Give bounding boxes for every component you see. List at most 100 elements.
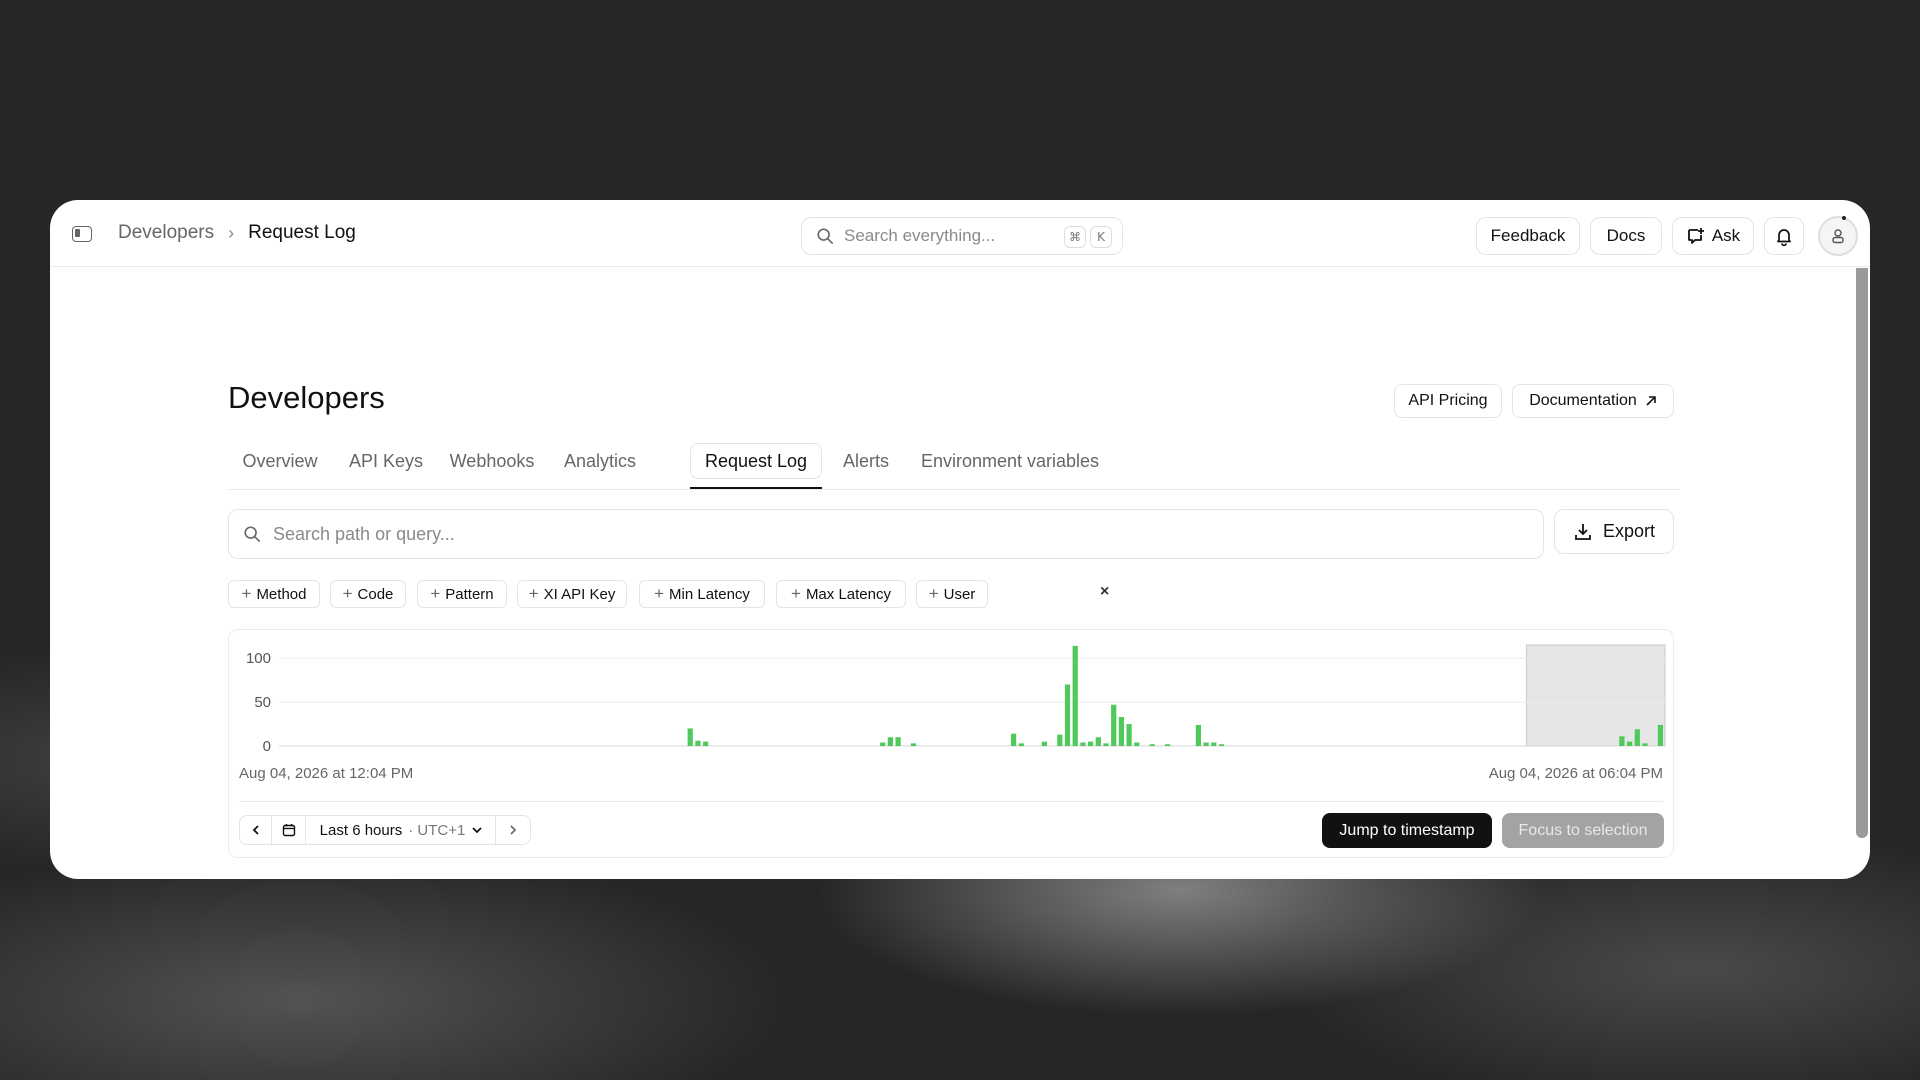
tab-environment-variables[interactable]: Environment variables bbox=[910, 443, 1110, 479]
notifications-button[interactable] bbox=[1764, 217, 1804, 255]
histogram-bar[interactable] bbox=[1072, 645, 1078, 746]
histogram-bar[interactable] bbox=[1080, 742, 1086, 746]
histogram-bar[interactable] bbox=[1211, 742, 1217, 746]
filter-max-latency[interactable]: + Max Latency bbox=[776, 580, 906, 608]
tab-alerts[interactable]: Alerts bbox=[834, 443, 898, 479]
histogram-bar[interactable] bbox=[1095, 737, 1101, 746]
filter-min-latency[interactable]: + Min Latency bbox=[639, 580, 765, 608]
export-label: Export bbox=[1602, 521, 1656, 541]
calendar-button[interactable] bbox=[272, 816, 306, 844]
shortcut-hint: ⌘ K bbox=[1064, 226, 1112, 248]
export-button[interactable]: Export bbox=[1554, 509, 1674, 554]
histogram-bar[interactable] bbox=[1111, 704, 1117, 746]
histogram-bar[interactable] bbox=[1203, 742, 1209, 746]
x-start-label: Aug 04, 2026 at 12:04 PM bbox=[239, 765, 414, 782]
divider bbox=[239, 801, 1663, 802]
plus-icon: + bbox=[241, 584, 252, 603]
histogram-bar[interactable] bbox=[910, 743, 917, 746]
global-search-placeholder: Search everything... bbox=[844, 226, 996, 245]
filter-label: Pattern bbox=[445, 585, 494, 603]
histogram-bar[interactable] bbox=[880, 742, 886, 746]
chevron-down-icon bbox=[472, 827, 482, 834]
plus-icon: + bbox=[791, 584, 801, 603]
tab-webhooks[interactable]: Webhooks bbox=[442, 443, 542, 479]
range-select[interactable]: Last 6 hours · UTC+1 bbox=[306, 816, 496, 844]
download-icon bbox=[1575, 523, 1591, 540]
breadcrumb: Developers › Request Log bbox=[118, 222, 356, 244]
filter-label: User bbox=[943, 585, 976, 603]
k-key: K bbox=[1090, 226, 1112, 248]
breadcrumb-current: Request Log bbox=[248, 222, 356, 243]
jump-to-timestamp-button[interactable]: Jump to timestamp bbox=[1322, 813, 1492, 848]
documentation-label: Documentation bbox=[1529, 392, 1637, 409]
histogram-bar[interactable] bbox=[1657, 724, 1663, 746]
ask-button[interactable]: Ask bbox=[1672, 217, 1754, 255]
scrollbar[interactable] bbox=[1856, 268, 1868, 838]
tab-api-keys[interactable]: API Keys bbox=[341, 443, 431, 479]
histogram-bar[interactable] bbox=[895, 737, 901, 746]
histogram-bar[interactable] bbox=[1088, 741, 1094, 746]
histogram-bar[interactable] bbox=[1041, 741, 1047, 746]
histogram-bar[interactable] bbox=[1165, 744, 1171, 746]
y-tick-label: 100 bbox=[246, 650, 271, 667]
plus-icon: + bbox=[430, 584, 441, 603]
api-pricing-button[interactable]: API Pricing bbox=[1394, 384, 1502, 418]
filter-label: Code bbox=[357, 585, 394, 603]
filter-user[interactable]: + User bbox=[916, 580, 988, 608]
active-tab-indicator bbox=[690, 487, 822, 489]
filter-code[interactable]: + Code bbox=[330, 580, 406, 608]
plus-icon: + bbox=[342, 584, 353, 603]
path-search-input[interactable]: Search path or query... bbox=[228, 509, 1544, 559]
time-range-control: Last 6 hours · UTC+1 bbox=[239, 815, 531, 845]
filter-method[interactable]: + Method bbox=[228, 580, 320, 608]
docs-button[interactable]: Docs bbox=[1590, 217, 1662, 255]
histogram-bar[interactable] bbox=[1619, 736, 1625, 746]
tab-request-log[interactable]: Request Log bbox=[690, 443, 822, 479]
y-tick-label: 0 bbox=[263, 738, 271, 755]
filter-label: Max Latency bbox=[805, 585, 891, 603]
histogram-bar[interactable] bbox=[1149, 744, 1155, 746]
histogram-bar[interactable] bbox=[1064, 684, 1071, 746]
sidebar-toggle-icon[interactable] bbox=[72, 226, 92, 242]
next-range-button[interactable] bbox=[496, 816, 530, 844]
filter-label: Min Latency bbox=[669, 585, 750, 603]
command-key: ⌘ bbox=[1064, 226, 1086, 248]
clear-filters-icon[interactable]: × bbox=[1100, 583, 1109, 601]
histogram-bar[interactable] bbox=[1627, 741, 1633, 746]
histogram-bar[interactable] bbox=[1195, 724, 1201, 746]
histogram-bar[interactable] bbox=[687, 728, 693, 746]
focus-to-selection-button[interactable]: Focus to selection bbox=[1502, 813, 1664, 848]
global-search-input[interactable]: Search everything... ⌘ K bbox=[801, 217, 1123, 255]
histogram-bar[interactable] bbox=[1057, 734, 1063, 746]
tab-overview[interactable]: Overview bbox=[228, 443, 332, 479]
histogram-bar[interactable] bbox=[887, 737, 893, 746]
histogram-bar[interactable] bbox=[1134, 742, 1140, 746]
histogram-bar[interactable] bbox=[1642, 743, 1648, 746]
chevron-right-icon: › bbox=[228, 222, 235, 243]
selection-range[interactable] bbox=[1525, 644, 1666, 747]
histogram-bar[interactable] bbox=[1634, 729, 1640, 746]
feedback-button[interactable]: Feedback bbox=[1476, 217, 1580, 255]
documentation-button[interactable]: Documentation bbox=[1512, 384, 1674, 418]
histogram-bar[interactable] bbox=[1126, 724, 1132, 746]
histogram-bar[interactable] bbox=[1018, 743, 1024, 746]
avatar[interactable] bbox=[1818, 216, 1858, 256]
path-search-placeholder: Search path or query... bbox=[273, 523, 455, 544]
x-end-label: Aug 04, 2026 at 06:04 PM bbox=[1488, 765, 1663, 782]
histogram-bar[interactable] bbox=[1103, 743, 1109, 746]
top-bar: Developers › Request Log Search everythi… bbox=[50, 200, 1870, 267]
histogram-bar[interactable] bbox=[1011, 733, 1017, 746]
breadcrumb-developers[interactable]: Developers bbox=[118, 222, 214, 244]
histogram-bar[interactable] bbox=[703, 741, 709, 746]
previous-range-button[interactable] bbox=[240, 816, 272, 844]
filter-xi-api-key[interactable]: + XI API Key bbox=[517, 580, 627, 608]
chevron-right-icon bbox=[510, 825, 517, 835]
app-window: Developers › Request Log Search everythi… bbox=[50, 200, 1870, 879]
filter-pattern[interactable]: + Pattern bbox=[417, 580, 507, 608]
histogram-bar[interactable] bbox=[1118, 717, 1124, 746]
request-histogram-chart[interactable]: 0 50 100 bbox=[229, 630, 1675, 760]
tab-analytics[interactable]: Analytics bbox=[552, 443, 648, 479]
histogram-bar[interactable] bbox=[695, 740, 701, 746]
histogram-bar[interactable] bbox=[1218, 744, 1225, 746]
tab-bar: Overview API Keys Webhooks Analytics Req… bbox=[228, 438, 1680, 490]
